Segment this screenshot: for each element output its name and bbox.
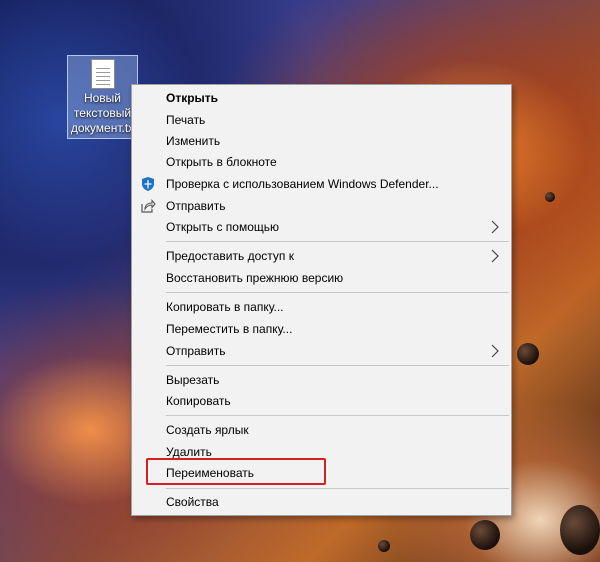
menu-separator [166,365,509,366]
menu-item-properties[interactable]: Свойства [132,491,511,513]
chevron-right-icon [491,344,499,358]
menu-item-move-to-folder[interactable]: Переместить в папку... [132,318,511,340]
menu-item-label: Переместить в папку... [166,322,293,336]
desktop-file-label: Новый текстовый документ.txt [70,91,134,138]
menu-item-create-shortcut[interactable]: Создать ярлык [132,419,511,441]
menu-item-restore-previous[interactable]: Восстановить прежнюю версию [132,267,511,289]
asteroid-rock [545,192,555,202]
desktop-file-icon[interactable]: Новый текстовый документ.txt [67,55,138,139]
menu-item-label: Копировать в папку... [166,300,284,314]
asteroid-rock [470,520,500,550]
menu-item-open[interactable]: Открыть [132,87,511,109]
menu-item-cut[interactable]: Вырезать [132,369,511,391]
menu-item-label: Вырезать [166,373,220,387]
menu-item-label: Печать [166,113,206,127]
menu-item-label: Восстановить прежнюю версию [166,271,344,285]
menu-item-scan-defender[interactable]: Проверка с использованием Windows Defend… [132,173,511,195]
rename-highlight-box [146,458,326,485]
menu-item-label: Копировать [166,394,231,408]
menu-item-label: Отправить [166,344,226,358]
menu-item-label: Проверка с использованием Windows Defend… [166,177,439,191]
menu-separator [166,415,509,416]
menu-item-give-access[interactable]: Предоставить доступ к [132,245,511,267]
menu-item-edit[interactable]: Изменить [132,130,511,152]
menu-item-label: Свойства [166,495,219,509]
asteroid-rock [517,343,539,365]
menu-item-label: Открыть [166,91,219,105]
menu-separator [166,292,509,293]
menu-item-label: Открыть в блокноте [166,155,277,169]
menu-separator [166,488,509,489]
menu-item-label: Предоставить доступ к [166,249,294,263]
menu-item-open-with[interactable]: Открыть с помощью [132,216,511,238]
menu-item-label: Отправить [166,199,226,213]
menu-item-copy[interactable]: Копировать [132,390,511,412]
menu-item-label: Создать ярлык [166,423,249,437]
menu-item-send-to[interactable]: Отправить [132,340,511,362]
menu-item-label: Изменить [166,134,221,148]
share-icon [141,199,156,213]
menu-item-label: Открыть с помощью [166,220,280,234]
chevron-right-icon [491,220,499,234]
asteroid-rock [378,540,390,552]
context-menu: Открыть Печать Изменить Открыть в блокно… [131,84,512,516]
chevron-right-icon [491,249,499,263]
menu-item-copy-to-folder[interactable]: Копировать в папку... [132,296,511,318]
text-document-icon [90,59,115,89]
windows-defender-shield-icon [142,177,154,191]
asteroid-rock [560,505,600,555]
menu-item-print[interactable]: Печать [132,109,511,131]
menu-item-open-in-notepad[interactable]: Открыть в блокноте [132,151,511,173]
menu-item-share[interactable]: Отправить [132,195,511,217]
menu-separator [166,241,509,242]
